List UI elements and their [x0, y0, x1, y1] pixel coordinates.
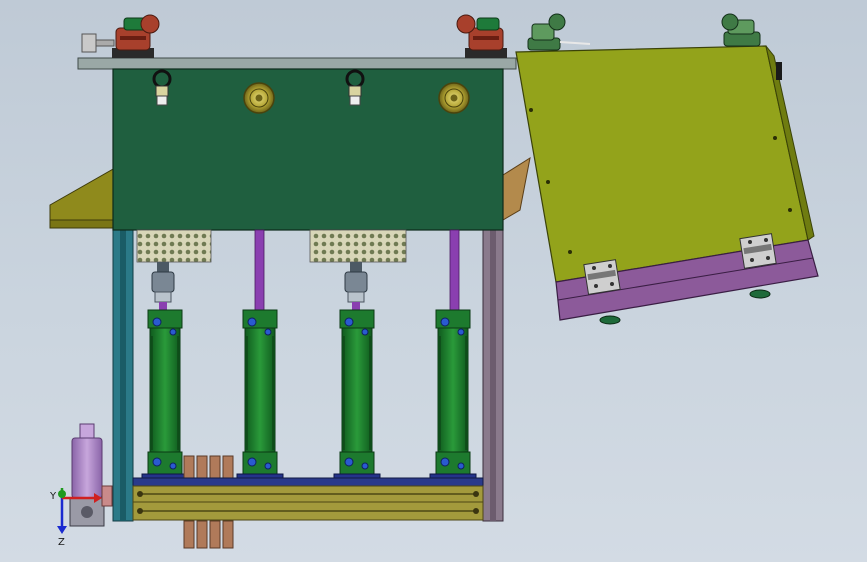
right-chute: [502, 156, 531, 221]
frame-right-leg: [482, 227, 504, 522]
filter-canister: [69, 423, 113, 527]
lid-hinge-right: [739, 233, 777, 269]
triad-y-label: Y: [49, 491, 57, 502]
toggle-clamp-red-left: [81, 14, 160, 58]
top-plate: [77, 57, 517, 70]
toggle-clamp-green-right: [721, 13, 761, 47]
frame-left-leg: [112, 227, 134, 522]
cylinder-1: [141, 309, 189, 481]
cylinder-4: [429, 309, 477, 481]
cad-viewport[interactable]: Y Z: [0, 0, 867, 562]
rod-coupler-1: [151, 262, 175, 312]
spacer-blocks-lower: [183, 520, 234, 549]
left-chute: [49, 167, 116, 229]
cylinder-3: [333, 309, 381, 481]
adjust-knob-right: [438, 82, 470, 114]
toggle-clamp-red-right: [456, 14, 507, 58]
pneumatic-cylinders: [141, 309, 477, 481]
base-rail: [132, 477, 484, 521]
adjust-knob-left: [243, 82, 275, 114]
piston-rod-2: [254, 229, 265, 311]
perforated-plate-left: [136, 229, 212, 263]
triad-z-label: Z: [58, 537, 65, 548]
rod-coupler-3: [344, 262, 368, 312]
perforated-plate-right: [309, 229, 407, 263]
piston-rod-4: [449, 229, 460, 311]
lid-hinge-left: [583, 259, 621, 295]
toggle-clamp-green-left: [527, 13, 591, 51]
cylinder-2: [236, 309, 284, 481]
hinged-lid-assembly: [515, 45, 819, 321]
